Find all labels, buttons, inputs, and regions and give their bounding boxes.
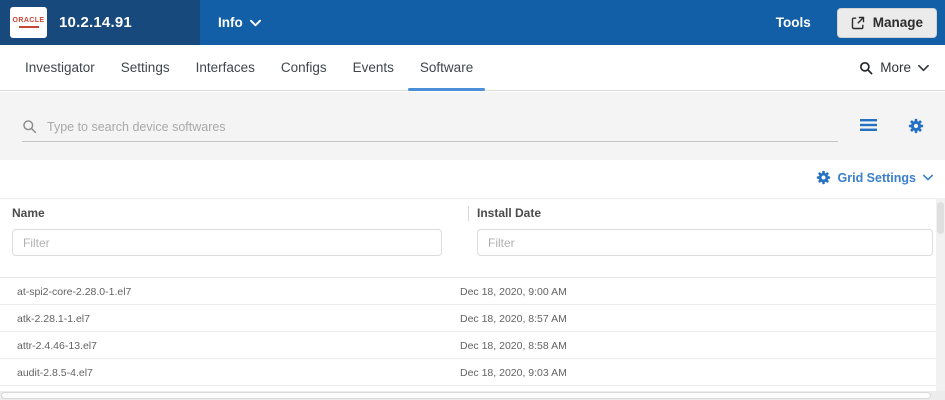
chevron-down-icon [249,19,261,27]
info-dropdown[interactable]: Info [218,15,261,30]
manage-button-label: Manage [872,15,923,30]
tools-menu[interactable]: Tools [776,15,811,30]
table-body: at-spi2-core-2.28.0-1.el7 Dec 18, 2020, … [0,278,936,386]
software-search-field [22,112,838,142]
install-date-cell: Dec 18, 2020, 9:00 AM [460,286,567,298]
tab-configs[interactable]: Configs [268,45,340,91]
list-view-icon[interactable] [860,118,877,132]
tab-settings[interactable]: Settings [108,45,183,91]
vertical-scrollbar-thumb[interactable] [937,202,944,234]
search-toolbar [0,92,945,160]
install-date-cell: Dec 18, 2020, 8:57 AM [460,313,567,325]
install-date-filter-input[interactable] [477,229,933,256]
search-icon [859,61,873,75]
table-row[interactable]: attr-2.4.46-13.el7 Dec 18, 2020, 8:58 AM [0,332,936,359]
table-row[interactable]: atk-2.28.1-1.el7 Dec 18, 2020, 8:57 AM [0,305,936,332]
install-date-cell: Dec 18, 2020, 9:03 AM [460,367,567,379]
open-in-new-icon [851,16,865,30]
oracle-logo-text: ORACLE [12,17,45,24]
chevron-down-icon [918,64,929,72]
table-header-divider [0,263,945,278]
oracle-logo: ORACLE [10,7,47,38]
grid-settings-dropdown[interactable]: Grid Settings [816,170,933,185]
search-input[interactable] [47,119,838,134]
table-row[interactable]: audit-2.8.5-4.el7 Dec 18, 2020, 9:03 AM [0,359,936,386]
column-header-name[interactable]: Name [12,206,45,220]
manage-button[interactable]: Manage [836,7,937,38]
table-filter-row [0,227,945,261]
more-dropdown-label: More [880,60,911,75]
device-software-page: ORACLE 10.2.14.91 Info Tools Manage Inve… [0,0,945,400]
more-dropdown[interactable]: More [859,60,929,75]
tab-interfaces[interactable]: Interfaces [183,45,268,91]
horizontal-scrollbar-thumb[interactable] [1,392,931,399]
table-row[interactable]: at-spi2-core-2.28.0-1.el7 Dec 18, 2020, … [0,278,936,305]
header-device-section: ORACLE 10.2.14.91 [0,0,200,45]
grid-settings-toolbar: Grid Settings [0,160,945,198]
chevron-down-icon [923,174,933,181]
software-name-cell: attr-2.4.46-13.el7 [17,340,97,352]
device-ip-title: 10.2.14.91 [59,14,132,31]
tab-events[interactable]: Events [340,45,407,91]
info-dropdown-label: Info [218,15,243,30]
software-name-cell: audit-2.8.5-4.el7 [17,367,93,379]
top-header-bar: ORACLE 10.2.14.91 Info Tools Manage [0,0,945,45]
grid-settings-label: Grid Settings [837,170,916,185]
device-tabs: Investigator Settings Interfaces Configs… [0,45,945,91]
install-date-cell: Dec 18, 2020, 8:58 AM [460,340,567,352]
tab-software[interactable]: Software [407,45,486,91]
gear-icon [816,170,831,185]
header-menu-section: Info Tools Manage [200,0,945,45]
search-icon [22,119,37,134]
oracle-logo-underline [18,26,39,28]
software-name-cell: at-spi2-core-2.28.0-1.el7 [17,286,132,298]
name-filter-input[interactable] [12,229,442,256]
column-separator[interactable] [468,206,469,221]
table-header-row: Name Install Date [0,199,945,227]
software-name-cell: atk-2.28.1-1.el7 [17,313,90,325]
tab-investigator[interactable]: Investigator [12,45,108,91]
horizontal-scrollbar[interactable] [0,391,945,400]
gear-icon[interactable] [908,118,924,134]
vertical-scrollbar[interactable] [936,198,945,391]
column-header-install-date[interactable]: Install Date [477,206,541,220]
software-table: Name Install Date at-spi2-core-2.28.0-1.… [0,198,945,391]
